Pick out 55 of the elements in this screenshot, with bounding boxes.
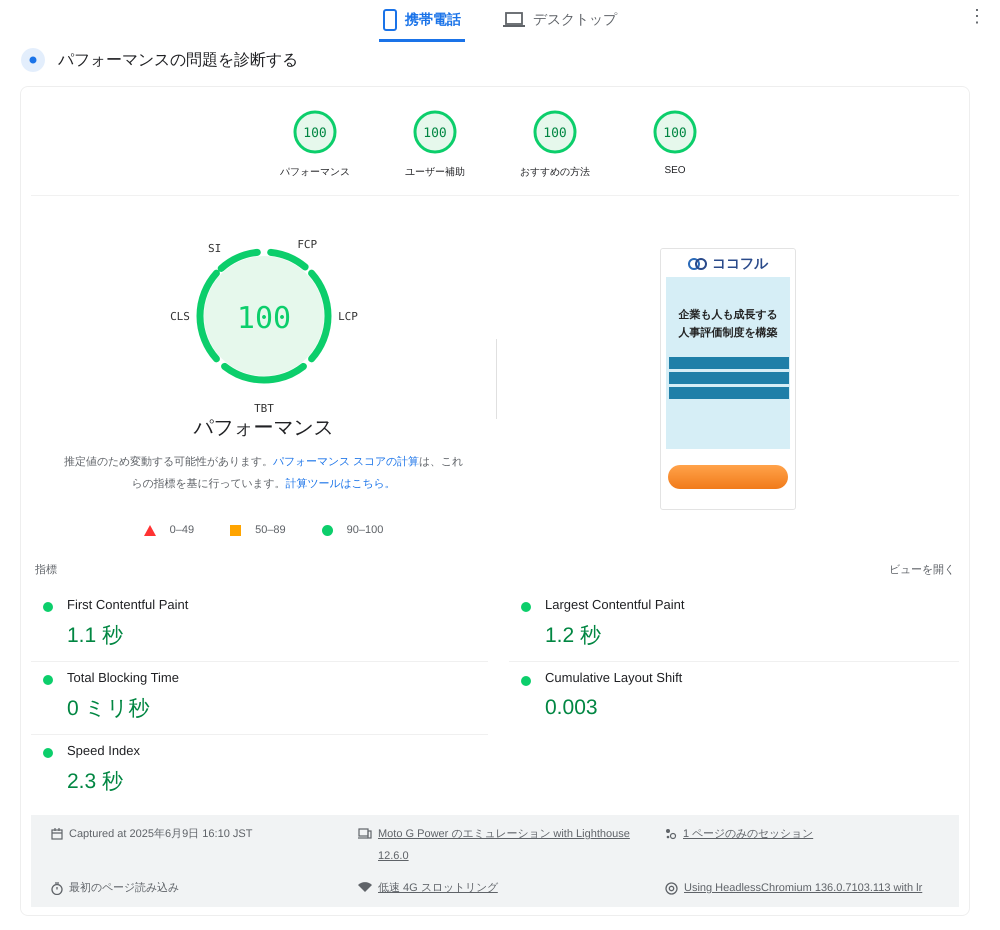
browser-icon bbox=[665, 882, 678, 895]
score-gauge: 100 bbox=[412, 109, 458, 155]
metric-name: Largest Contentful Paint bbox=[545, 597, 686, 614]
wifi-icon bbox=[358, 882, 372, 893]
metric-value: 1.1 秒 bbox=[67, 622, 124, 648]
score-gauge: 100 bbox=[652, 109, 698, 155]
laptop-icon bbox=[503, 12, 525, 28]
device-tab[interactable]: 携帯電話 bbox=[379, 0, 465, 42]
expand-view-link[interactable]: ビューを開く bbox=[889, 562, 955, 577]
metric-abbreviation: TBT bbox=[254, 402, 274, 415]
dots-icon bbox=[665, 828, 677, 840]
run-info-link[interactable]: Moto G Power のエミュレーション with Lighthouse 12.6.0 bbox=[378, 823, 648, 867]
score-gauge: 100 bbox=[532, 109, 578, 155]
run-info-text: Captured at 2025年6月9日 16:10 JST bbox=[69, 827, 252, 842]
score-gauge: 100 bbox=[292, 109, 338, 155]
run-info-link[interactable]: 低速 4G スロットリング bbox=[378, 877, 498, 899]
metric-value: 1.2 秒 bbox=[545, 622, 602, 648]
metric-value: 0 ミリ秒 bbox=[67, 696, 151, 722]
timer-icon bbox=[51, 882, 63, 895]
calendar-icon bbox=[51, 828, 63, 840]
device-tab[interactable]: デスクトップ bbox=[499, 0, 621, 42]
metric-abbreviation: FCP bbox=[296, 238, 317, 251]
diagnose-icon bbox=[20, 47, 46, 73]
gauge-title: パフォーマンス bbox=[194, 416, 334, 441]
metric-abbreviation: CLS bbox=[170, 310, 190, 323]
logo-text: ココフル bbox=[712, 255, 768, 273]
metric-value: 2.3 秒 bbox=[67, 768, 124, 794]
category-label: ユーザー補助 bbox=[405, 166, 465, 179]
calculator-link[interactable]: パフォーマンス スコアの計算 bbox=[272, 456, 420, 468]
category-label: おすすめの方法 bbox=[520, 166, 590, 179]
calculator-link[interactable]: 計算ツールはこちら。 bbox=[286, 478, 396, 490]
legend-label: 0–49 bbox=[170, 524, 194, 536]
metric-abbreviation: SI bbox=[208, 242, 221, 256]
logo-icon bbox=[688, 258, 708, 270]
metric-abbreviation: LCP bbox=[338, 310, 358, 323]
metric-name: Cumulative Layout Shift bbox=[545, 670, 684, 687]
headline: 人事評価制度を構築 bbox=[678, 326, 778, 340]
run-info-link[interactable]: 1 ページのみのセッション bbox=[683, 823, 814, 845]
legend-label: 90–100 bbox=[346, 524, 384, 536]
section-title: パフォーマンスの問題を診断する bbox=[58, 50, 298, 70]
score-value: 100 bbox=[236, 301, 291, 336]
legend-label: 50–89 bbox=[255, 524, 286, 536]
metric-value: 0.003 bbox=[545, 696, 599, 720]
score-note: 推定値のため変動する可能性があります。パフォーマンス スコアの計算は、これらの指標を基に行っています。計算ツールはこちら。 bbox=[64, 454, 464, 492]
headline: 企業も人も成長する bbox=[678, 308, 778, 322]
devices-icon bbox=[358, 828, 372, 839]
phone-icon bbox=[383, 8, 397, 30]
category-label: パフォーマンス bbox=[280, 166, 350, 179]
run-info-text: 最初のページ読み込み bbox=[69, 880, 179, 896]
run-info-link[interactable]: Using HeadlessChromium 136.0.7103.113 with lr bbox=[684, 877, 922, 899]
category-label: SEO bbox=[664, 165, 686, 176]
metrics-title: 指標 bbox=[35, 563, 57, 577]
metric-name: Speed Index bbox=[67, 743, 142, 760]
metric-name: Total Blocking Time bbox=[67, 670, 180, 687]
metric-name: First Contentful Paint bbox=[67, 597, 190, 614]
